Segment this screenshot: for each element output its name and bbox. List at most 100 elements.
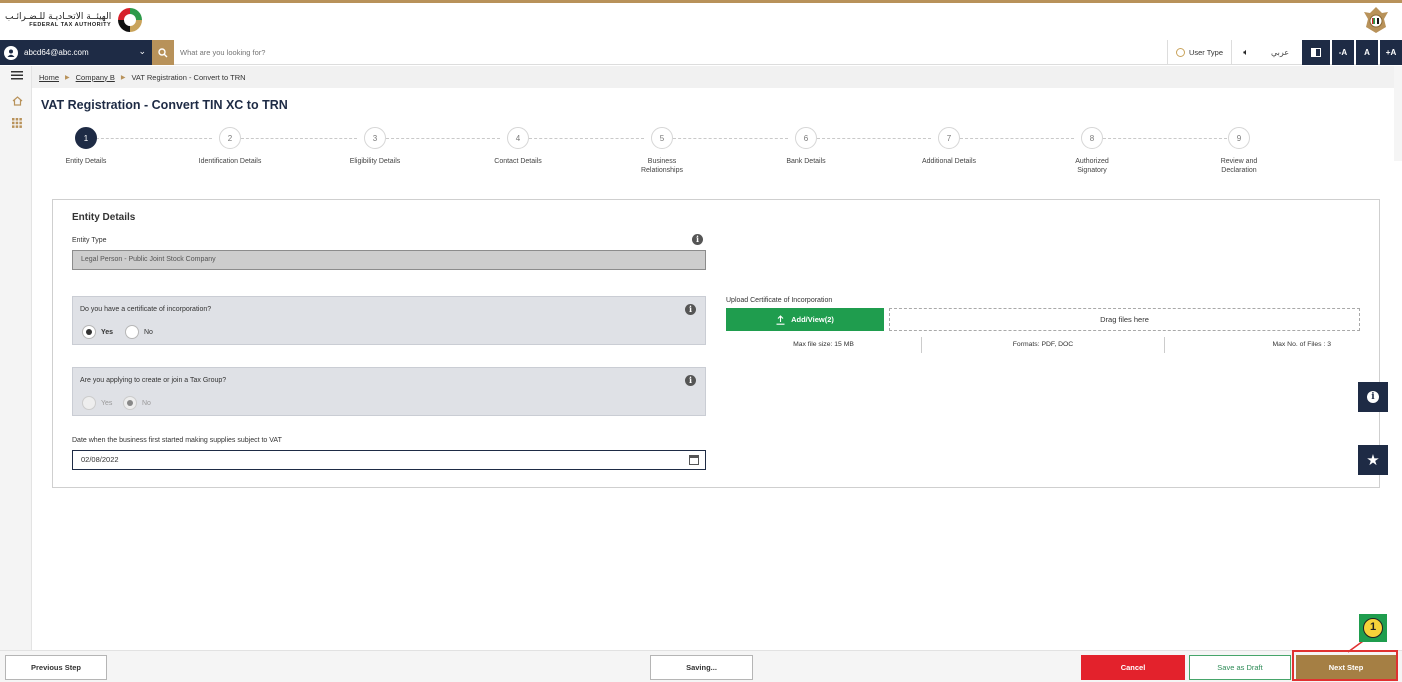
tax-group-no-radio[interactable]: No: [123, 396, 151, 410]
breadcrumb: Home ▶ Company B ▶ VAT Registration - Co…: [32, 66, 1402, 88]
date-value: 02/08/2022: [81, 455, 119, 464]
user-email: abcd64@abc.com: [24, 48, 89, 57]
font-increase-button[interactable]: +A: [1380, 40, 1402, 65]
add-view-label: Add/View(2): [791, 315, 834, 324]
step-eligibility-details[interactable]: 3 Eligibility Details: [320, 127, 430, 166]
step-review-declaration[interactable]: 9 Review and Declaration: [1184, 127, 1294, 175]
user-menu[interactable]: abcd64@abc.com ⌄: [0, 40, 152, 65]
font-decrease-button[interactable]: -A: [1332, 40, 1354, 65]
fta-logo[interactable]: الهيئــة الاتحـاديـة للـضـرائـب FEDERAL …: [5, 7, 143, 33]
home-icon[interactable]: [10, 96, 24, 108]
step-additional-details[interactable]: 7 Additional Details: [894, 127, 1004, 166]
step-number: 8: [1081, 127, 1103, 149]
fta-logo-english: FEDERAL TAX AUTHORITY: [29, 22, 112, 28]
hamburger-menu-icon[interactable]: [10, 70, 24, 82]
contrast-icon: [1311, 48, 1321, 57]
save-as-draft-button[interactable]: Save as Draft: [1189, 655, 1291, 680]
step-contact-details[interactable]: 4 Contact Details: [463, 127, 573, 166]
breadcrumb-home-link[interactable]: Home: [39, 73, 59, 82]
entity-type-field: Legal Person - Public Joint Stock Compan…: [72, 250, 706, 270]
info-icon: i: [1367, 391, 1379, 403]
step-number: 9: [1228, 127, 1250, 149]
upload-icon: [776, 314, 785, 325]
section-title: Entity Details: [72, 212, 136, 223]
step-label: Entity Details: [65, 158, 107, 165]
scrollbar[interactable]: [1394, 66, 1402, 161]
tax-group-yes-radio[interactable]: Yes: [82, 396, 112, 410]
info-icon[interactable]: i: [692, 234, 703, 245]
step-number: 2: [219, 127, 241, 149]
saving-status-button[interactable]: Saving...: [650, 655, 753, 680]
user-type-label: User Type: [1188, 48, 1223, 57]
chevron-down-icon: ⌄: [138, 46, 146, 56]
upload-label: Upload Certificate of Incorporation: [726, 297, 833, 304]
step-number: 7: [938, 127, 960, 149]
step-label: Business Relationships: [640, 158, 684, 174]
cancel-button[interactable]: Cancel: [1081, 655, 1185, 680]
logo-bar: الهيئــة الاتحـاديـة للـضـرائـب FEDERAL …: [0, 3, 1402, 37]
page-title: VAT Registration - Convert TIN XC to TRN: [41, 98, 288, 112]
callout-number: 1: [1363, 618, 1383, 638]
file-drop-zone[interactable]: Drag files here: [889, 308, 1360, 331]
search-icon: [158, 47, 168, 57]
top-navigation-bar: abcd64@abc.com ⌄ User Type 🔈︎ عربي -A A …: [0, 40, 1402, 65]
step-label: Bank Details: [786, 158, 826, 165]
step-label: Additional Details: [921, 158, 977, 165]
date-label: Date when the business first started mak…: [72, 437, 282, 444]
search-input[interactable]: [180, 45, 680, 60]
apps-grid-icon[interactable]: [10, 118, 24, 130]
contrast-toggle-button[interactable]: [1302, 40, 1330, 65]
calendar-icon[interactable]: [689, 455, 699, 465]
search-button[interactable]: [152, 40, 174, 65]
language-toggle-arabic[interactable]: عربي: [1260, 40, 1300, 65]
info-icon[interactable]: i: [685, 375, 696, 386]
date-input[interactable]: 02/08/2022: [72, 450, 706, 470]
progress-stepper: 1 Entity Details 2 Identification Detail…: [40, 127, 1340, 187]
speaker-icon[interactable]: 🔈︎: [1232, 40, 1260, 65]
step-number: 6: [795, 127, 817, 149]
radio-label: No: [144, 328, 153, 336]
user-avatar-icon: [4, 45, 18, 60]
certificate-yes-radio[interactable]: Yes: [82, 325, 113, 339]
certificate-question-label: Do you have a certificate of incorporati…: [80, 306, 212, 313]
help-info-button[interactable]: i: [1358, 382, 1388, 412]
max-files: Max No. of Files : 3: [1272, 341, 1331, 348]
fta-logo-mark-icon: [118, 8, 143, 32]
favorites-button[interactable]: ★: [1358, 445, 1388, 475]
step-number: 1: [75, 127, 97, 149]
breadcrumb-separator-icon: ▶: [120, 74, 126, 81]
font-reset-button[interactable]: A: [1356, 40, 1378, 65]
previous-step-button[interactable]: Previous Step: [5, 655, 107, 680]
step-authorized-signatory[interactable]: 8 Authorized Signatory: [1037, 127, 1147, 175]
breadcrumb-company-link[interactable]: Company B: [76, 73, 115, 82]
radio-label: No: [142, 399, 151, 407]
footer-action-bar: Previous Step Saving... Cancel Save as D…: [0, 650, 1402, 682]
left-sidebar: [0, 66, 32, 650]
fta-logo-arabic: الهيئــة الاتحـاديـة للـضـرائـب: [5, 12, 112, 22]
step-label: Eligibility Details: [349, 158, 401, 165]
step-number: 4: [507, 127, 529, 149]
step-entity-details[interactable]: 1 Entity Details: [31, 127, 141, 166]
tax-group-question-box: Are you applying to create or join a Tax…: [72, 367, 706, 416]
file-formats: Formats: PDF, DOC: [1012, 341, 1074, 348]
entity-details-card: Entity Details Entity Type i Legal Perso…: [52, 199, 1380, 488]
step-business-relationships[interactable]: 5 Business Relationships: [607, 127, 717, 175]
certificate-no-radio[interactable]: No: [125, 325, 153, 339]
step-label: Review and Declaration: [1220, 158, 1258, 174]
user-type-icon: [1175, 48, 1185, 57]
radio-unselected-icon: [82, 396, 96, 410]
step-number: 5: [651, 127, 673, 149]
add-view-button[interactable]: Add/View(2): [726, 308, 884, 331]
breadcrumb-separator-icon: ▶: [65, 74, 70, 81]
radio-unselected-icon: [125, 325, 139, 339]
max-file-size: Max file size: 15 MB: [793, 341, 854, 348]
step-label: Authorized Signatory: [1075, 158, 1109, 174]
breadcrumb-current: VAT Registration - Convert to TRN: [131, 72, 246, 82]
step-bank-details[interactable]: 6 Bank Details: [751, 127, 861, 166]
step-identification-details[interactable]: 2 Identification Details: [175, 127, 285, 166]
info-icon[interactable]: i: [685, 304, 696, 315]
radio-label: Yes: [101, 328, 114, 336]
entity-type-label: Entity Type: [72, 237, 107, 244]
step-label: Contact Details: [494, 158, 542, 165]
user-type-selector[interactable]: User Type: [1166, 40, 1232, 65]
